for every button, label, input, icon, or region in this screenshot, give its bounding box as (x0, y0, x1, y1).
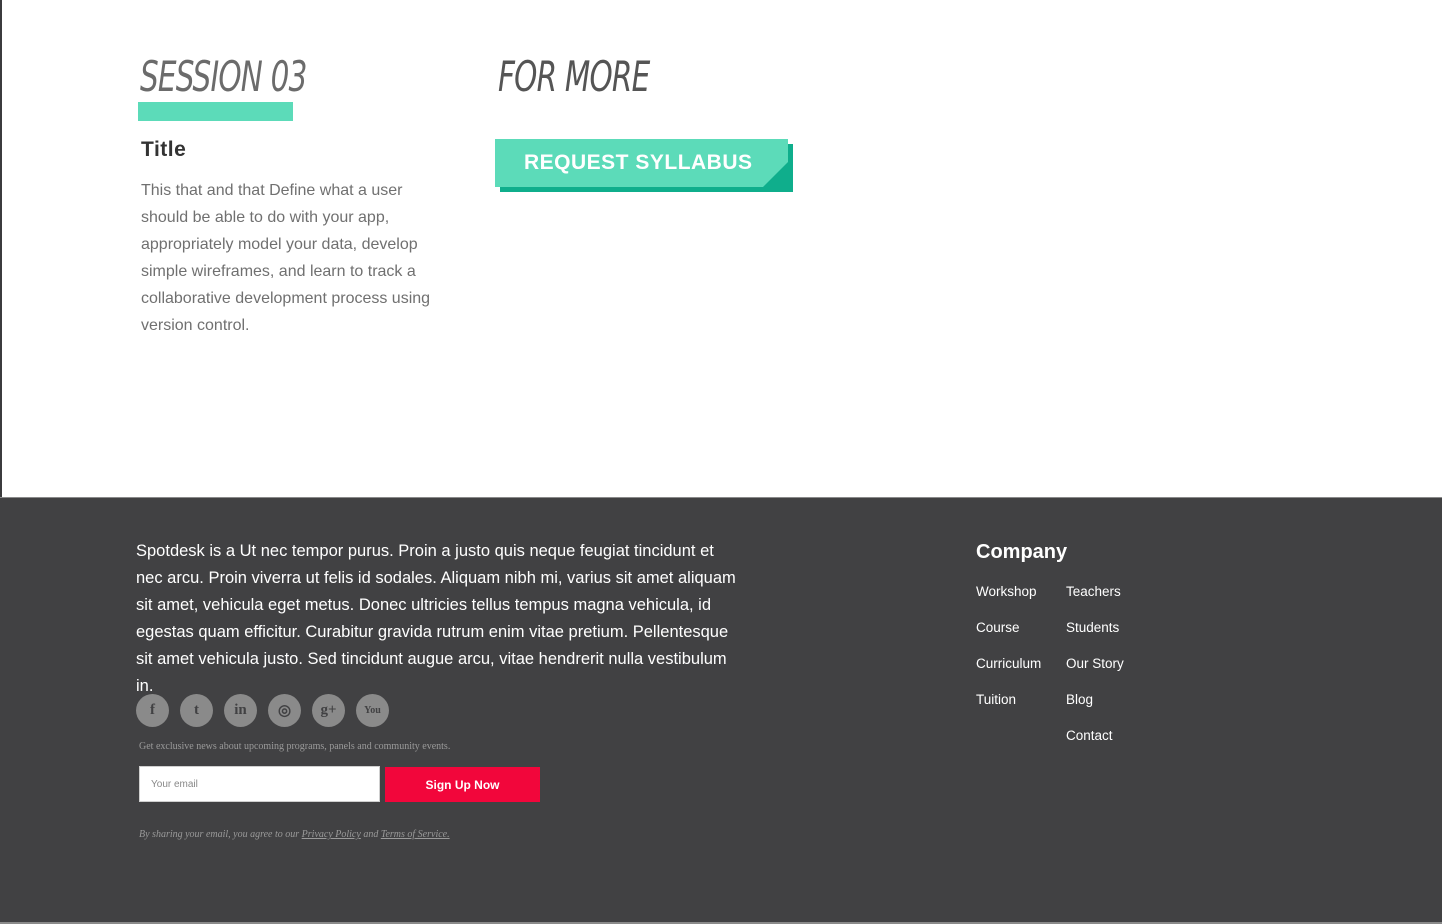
legal-note: By sharing your email, you agree to our … (139, 829, 450, 840)
session-underline (138, 102, 293, 121)
session-description: This that and that Define what a user sh… (141, 182, 431, 334)
google-plus-icon[interactable]: g+ (312, 694, 345, 727)
legal-prefix: By sharing your email, you agree to our (139, 829, 302, 840)
footer-about-text: Spotdesk is a Ut nec tempor purus. Proin… (136, 542, 736, 695)
footer-link-contact[interactable]: Contact (1066, 728, 1124, 764)
session-title: Title (141, 138, 187, 161)
twitter-icon[interactable]: t (180, 694, 213, 727)
newsletter-note: Get exclusive news about upcoming progra… (139, 741, 451, 752)
left-border (0, 0, 2, 498)
terms-of-service-link[interactable]: Terms of Service. (381, 829, 450, 840)
footer-link-workshop[interactable]: Workshop (976, 584, 1041, 620)
page-fold-icon (763, 162, 788, 187)
for-more-heading: FOR MORE (498, 52, 650, 101)
footer-link-curriculum[interactable]: Curriculum (976, 656, 1041, 692)
button-face[interactable]: REQUEST SYLLABUS (495, 139, 788, 187)
legal-and: and (360, 829, 381, 840)
footer-link-teachers[interactable]: Teachers (1066, 584, 1124, 620)
social-links: f t in ◎ g+ You (136, 694, 389, 727)
facebook-icon[interactable]: f (136, 694, 169, 727)
linkedin-icon[interactable]: in (224, 694, 257, 727)
request-syllabus-label: REQUEST SYLLABUS (524, 151, 753, 174)
request-syllabus-button[interactable]: REQUEST SYLLABUS (495, 139, 793, 193)
footer-link-our-story[interactable]: Our Story (1066, 656, 1124, 692)
email-input[interactable] (139, 766, 380, 802)
footer-link-tuition[interactable]: Tuition (976, 692, 1041, 728)
instagram-icon[interactable]: ◎ (268, 694, 301, 727)
footer: Spotdesk is a Ut nec tempor purus. Proin… (0, 497, 1442, 924)
sign-up-button[interactable]: Sign Up Now (385, 767, 540, 802)
youtube-icon[interactable]: You (356, 694, 389, 727)
footer-link-blog[interactable]: Blog (1066, 692, 1124, 728)
company-links-col-2: Teachers Students Our Story Blog Contact (1066, 584, 1124, 764)
company-heading: Company (976, 541, 1068, 563)
privacy-policy-link[interactable]: Privacy Policy (302, 829, 361, 840)
footer-link-course[interactable]: Course (976, 620, 1041, 656)
footer-link-students[interactable]: Students (1066, 620, 1124, 656)
session-heading: SESSION 03 (140, 52, 307, 101)
company-links-col-1: Workshop Course Curriculum Tuition (976, 584, 1041, 728)
